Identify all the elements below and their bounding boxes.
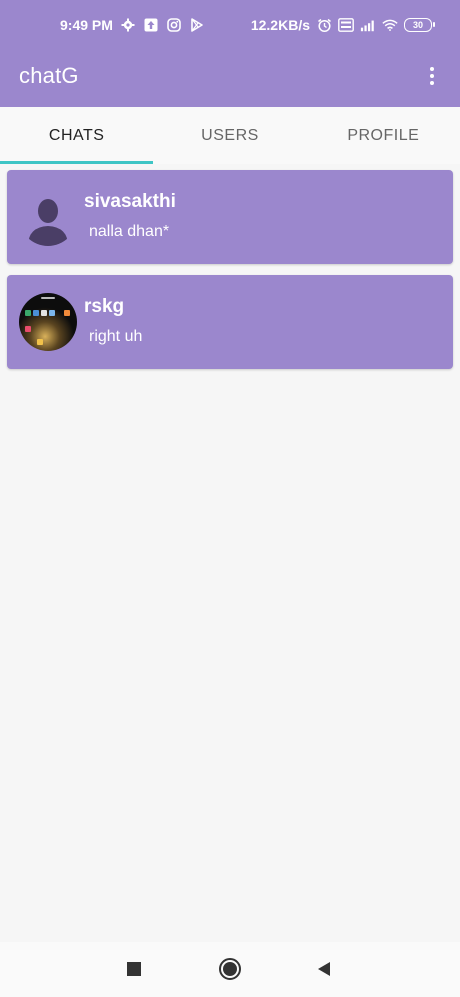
status-right: 12.2KB/s 30 xyxy=(250,17,435,33)
tab-users[interactable]: USERS xyxy=(153,107,306,164)
back-triangle-icon[interactable] xyxy=(311,956,337,982)
app-top-bar: 9:49 PM 12.2KB/s 30 chatG xyxy=(0,0,460,107)
upload-icon xyxy=(143,17,159,33)
system-nav-bar xyxy=(0,942,460,997)
chat-item-rskg[interactable]: rskg right uh xyxy=(7,275,453,369)
tab-profile[interactable]: PROFILE xyxy=(307,107,460,164)
battery-icon: 30 xyxy=(404,18,435,32)
chat-item-sivasakthi[interactable]: sivasakthi nalla dhan* xyxy=(7,170,453,264)
volte-icon xyxy=(338,17,354,33)
play-store-icon xyxy=(189,17,205,33)
alarm-icon xyxy=(316,17,332,33)
chat-last-message: nalla dhan* xyxy=(89,223,170,240)
status-time: 9:49 PM xyxy=(60,17,113,33)
wifi-icon xyxy=(382,17,398,33)
instagram-icon xyxy=(166,17,182,33)
status-left: 9:49 PM xyxy=(60,17,205,33)
home-circle-icon[interactable] xyxy=(217,956,243,982)
gear-icon xyxy=(120,17,136,33)
app-title: chatG xyxy=(19,63,79,88)
tab-chats[interactable]: CHATS xyxy=(0,107,154,164)
default-person-icon xyxy=(19,188,77,246)
battery-level: 30 xyxy=(412,20,423,30)
network-speed: 12.2KB/s xyxy=(250,17,310,33)
signal-icon xyxy=(360,17,376,33)
chat-last-message: right uh xyxy=(89,328,143,345)
more-vert-icon[interactable] xyxy=(420,62,444,90)
chat-name: sivasakthi xyxy=(84,191,176,212)
tab-bar: CHATS USERS PROFILE xyxy=(0,107,460,164)
recents-square-icon[interactable] xyxy=(121,956,147,982)
status-bar: 9:49 PM 12.2KB/s 30 xyxy=(0,0,460,52)
photo-avatar xyxy=(19,293,77,351)
chat-name: rskg xyxy=(84,296,125,317)
